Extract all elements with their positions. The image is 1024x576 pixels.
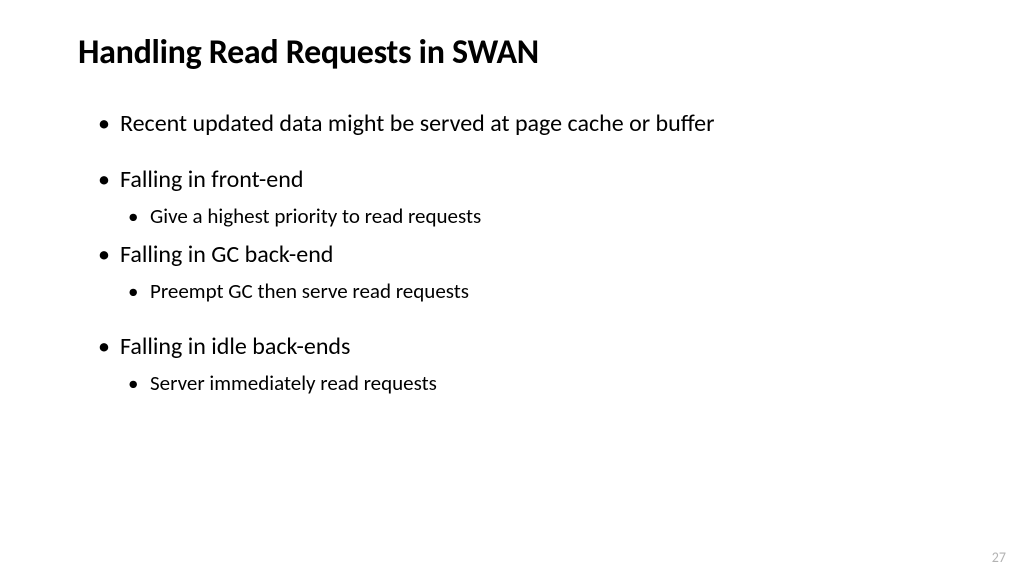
- slide-title: Handling Read Requests in SWAN: [78, 32, 946, 73]
- slide-content: Recent updated data might be served at p…: [78, 109, 946, 397]
- bullet-item: Falling in idle back-ends: [98, 332, 946, 362]
- bullet-group: Falling in idle back-ends Server immedia…: [98, 332, 946, 397]
- slide: Handling Read Requests in SWAN Recent up…: [0, 0, 1024, 576]
- page-number: 27: [992, 549, 1006, 566]
- bullet-group: Falling in front-end Give a highest prio…: [98, 165, 946, 230]
- sub-bullet-item: Preempt GC then serve read requests: [128, 278, 946, 305]
- bullet-item: Falling in front-end: [98, 165, 946, 195]
- bullet-group: Falling in GC back-end Preempt GC then s…: [98, 240, 946, 305]
- bullet-item: Falling in GC back-end: [98, 240, 946, 270]
- sub-bullet-item: Give a highest priority to read requests: [128, 203, 946, 230]
- bullet-group: Recent updated data might be served at p…: [98, 109, 946, 139]
- sub-bullet-item: Server immediately read requests: [128, 370, 946, 397]
- bullet-item: Recent updated data might be served at p…: [98, 109, 946, 139]
